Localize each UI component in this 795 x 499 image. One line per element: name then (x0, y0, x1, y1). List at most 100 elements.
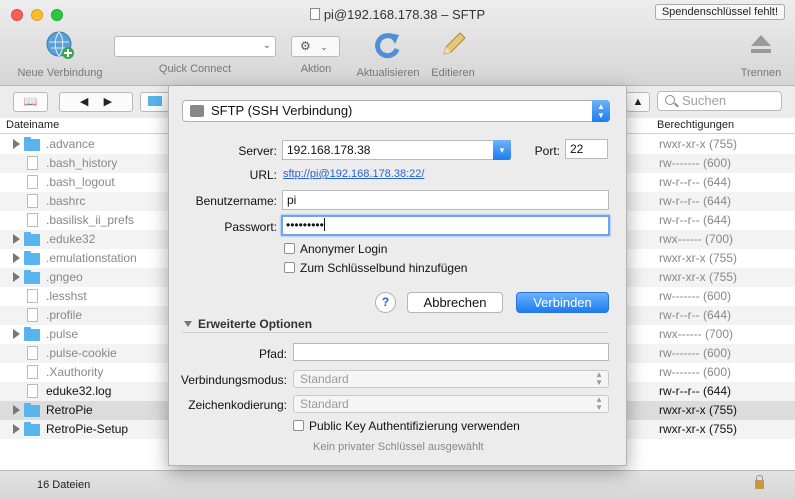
chevron-down-icon[interactable]: ▾ (493, 140, 511, 160)
donation-key-button[interactable]: Spendenschlüssel fehlt! (654, 4, 785, 20)
no-private-key-label: Kein privater Schlüssel ausgewählt (313, 441, 484, 453)
path-field[interactable] (293, 343, 609, 361)
password-value: ••••••••• (286, 218, 324, 232)
url-label: URL: (249, 168, 277, 182)
server-field[interactable]: 192.168.178.38 ▾ (282, 140, 511, 160)
file-name: .emulationstation (46, 251, 137, 265)
forward-arrow-icon[interactable]: ▶ (104, 96, 112, 108)
column-permissions-header[interactable]: Berechtigungen (657, 119, 734, 131)
updown-chevron-icon: ▲ ▼ (595, 370, 603, 387)
url-link[interactable]: sftp://pi@192.168.178.38:22/ (283, 168, 424, 180)
disclosure-triangle-icon[interactable] (13, 424, 20, 434)
keychain-checkbox[interactable]: Zum Schlüsselbund hinzufügen (284, 261, 467, 275)
folder-icon (24, 232, 40, 246)
search-icon (665, 95, 675, 105)
edit-button[interactable]: Editieren (426, 30, 480, 79)
section-divider (182, 332, 608, 333)
path-folder-button[interactable] (140, 92, 170, 112)
file-permissions: rw------- (600) (659, 365, 731, 379)
file-name: .profile (46, 308, 83, 322)
disconnect-label: Trennen (740, 67, 782, 79)
text-cursor (323, 218, 325, 231)
file-permissions: rw-r--r-- (644) (659, 384, 731, 398)
drive-icon (190, 105, 204, 117)
new-connection-button[interactable]: Neue Verbindung (12, 30, 108, 79)
protocol-value: SFTP (SSH Verbindung) (211, 103, 353, 118)
quick-connect-input[interactable]: ⌄ (114, 36, 276, 57)
document-icon (309, 8, 320, 20)
disclosure-triangle-icon[interactable] (184, 321, 192, 327)
checkbox-box[interactable] (284, 262, 295, 273)
port-field[interactable]: 22 (565, 139, 608, 159)
parent-directory-button[interactable]: ▲ (626, 92, 650, 112)
anonymous-login-label: Anonymer Login (300, 242, 388, 256)
file-permissions: rw-r--r-- (644) (659, 308, 731, 322)
connect-button[interactable]: Verbinden (516, 292, 609, 313)
anonymous-login-checkbox[interactable]: Anonymer Login (284, 242, 387, 256)
file-permissions: rwxr-xr-x (755) (659, 403, 737, 417)
disclosure-triangle-icon[interactable] (13, 253, 20, 263)
updown-chevron-icon: ▲ ▼ (595, 395, 603, 412)
connection-dialog: SFTP (SSH Verbindung) ▲ ▼ Server: 192.168… (168, 86, 627, 466)
encoding-select[interactable]: Standard ▲ ▼ (293, 395, 609, 413)
file-name: .gngeo (46, 270, 83, 284)
server-label: Server: (238, 144, 277, 158)
file-icon (27, 194, 38, 208)
file-icon (27, 213, 38, 227)
bookmarks-button[interactable]: 📖 (13, 92, 48, 112)
book-icon: 📖 (23, 96, 38, 108)
file-icon (27, 308, 38, 322)
help-button[interactable]: ? (375, 292, 396, 313)
file-permissions: rwxr-xr-x (755) (659, 270, 737, 284)
server-value: 192.168.178.38 (287, 143, 371, 157)
cancel-button[interactable]: Abbrechen (407, 292, 503, 313)
password-label: Passwort: (224, 220, 277, 234)
file-name: .basilisk_ii_prefs (46, 213, 135, 227)
disclosure-triangle-icon[interactable] (13, 139, 20, 149)
refresh-button[interactable]: Aktualisieren (350, 30, 426, 79)
connection-mode-select[interactable]: Standard ▲ ▼ (293, 370, 609, 388)
globe-add-icon (46, 31, 74, 59)
file-permissions: rw------- (600) (659, 156, 731, 170)
new-connection-label: Neue Verbindung (17, 67, 103, 79)
column-name-header[interactable]: Dateiname (6, 119, 59, 131)
folder-icon (24, 251, 40, 265)
disclosure-triangle-icon[interactable] (13, 234, 20, 244)
file-permissions: rw------- (600) (659, 346, 731, 360)
folder-icon (148, 96, 162, 106)
connection-mode-label: Verbindungsmodus: (180, 373, 287, 387)
username-field[interactable]: pi (282, 190, 609, 210)
disclosure-triangle-icon[interactable] (13, 405, 20, 415)
back-forward-buttons[interactable]: ◀ ▶ (59, 92, 133, 112)
file-permissions: rw-r--r-- (644) (659, 194, 731, 208)
file-icon (27, 289, 38, 303)
public-key-label: Public Key Authentifizierung verwenden (309, 419, 520, 433)
disclosure-triangle-icon[interactable] (13, 272, 20, 282)
up-arrow-icon: ▲ (632, 96, 644, 108)
search-field[interactable]: Suchen (657, 91, 782, 111)
checkbox-box[interactable] (293, 420, 304, 431)
password-field[interactable]: ••••••••• (281, 215, 610, 236)
disclosure-triangle-icon[interactable] (13, 329, 20, 339)
checkbox-box[interactable] (284, 243, 295, 254)
file-name: .bash_logout (46, 175, 115, 189)
file-permissions: rwx------ (700) (659, 232, 733, 246)
status-bar: 16 Dateien (0, 470, 795, 499)
file-name: RetroPie-Setup (46, 422, 129, 436)
public-key-checkbox[interactable]: Public Key Authentifizierung verwenden (293, 419, 520, 433)
quick-connect-label: Quick Connect (158, 63, 232, 75)
file-name: .bash_history (46, 156, 118, 170)
encoding-label: Zeichenkodierung: (188, 398, 287, 412)
disconnect-button[interactable]: Trennen (734, 30, 788, 79)
protocol-select[interactable]: SFTP (SSH Verbindung) ▲ ▼ (182, 100, 610, 122)
file-icon (27, 384, 38, 398)
username-label: Benutzername: (195, 194, 277, 208)
lock-icon (755, 475, 764, 489)
file-permissions: rwxr-xr-x (755) (659, 251, 737, 265)
action-menu-button[interactable]: ⚙ ⌄ (291, 36, 340, 57)
updown-chevron-icon: ▲ ▼ (592, 100, 610, 122)
advanced-options-toggle[interactable]: Erweiterte Optionen (184, 317, 312, 331)
folder-icon (24, 270, 40, 284)
chevron-down-icon: ⌄ (320, 42, 328, 52)
back-arrow-icon[interactable]: ◀ (80, 96, 88, 108)
